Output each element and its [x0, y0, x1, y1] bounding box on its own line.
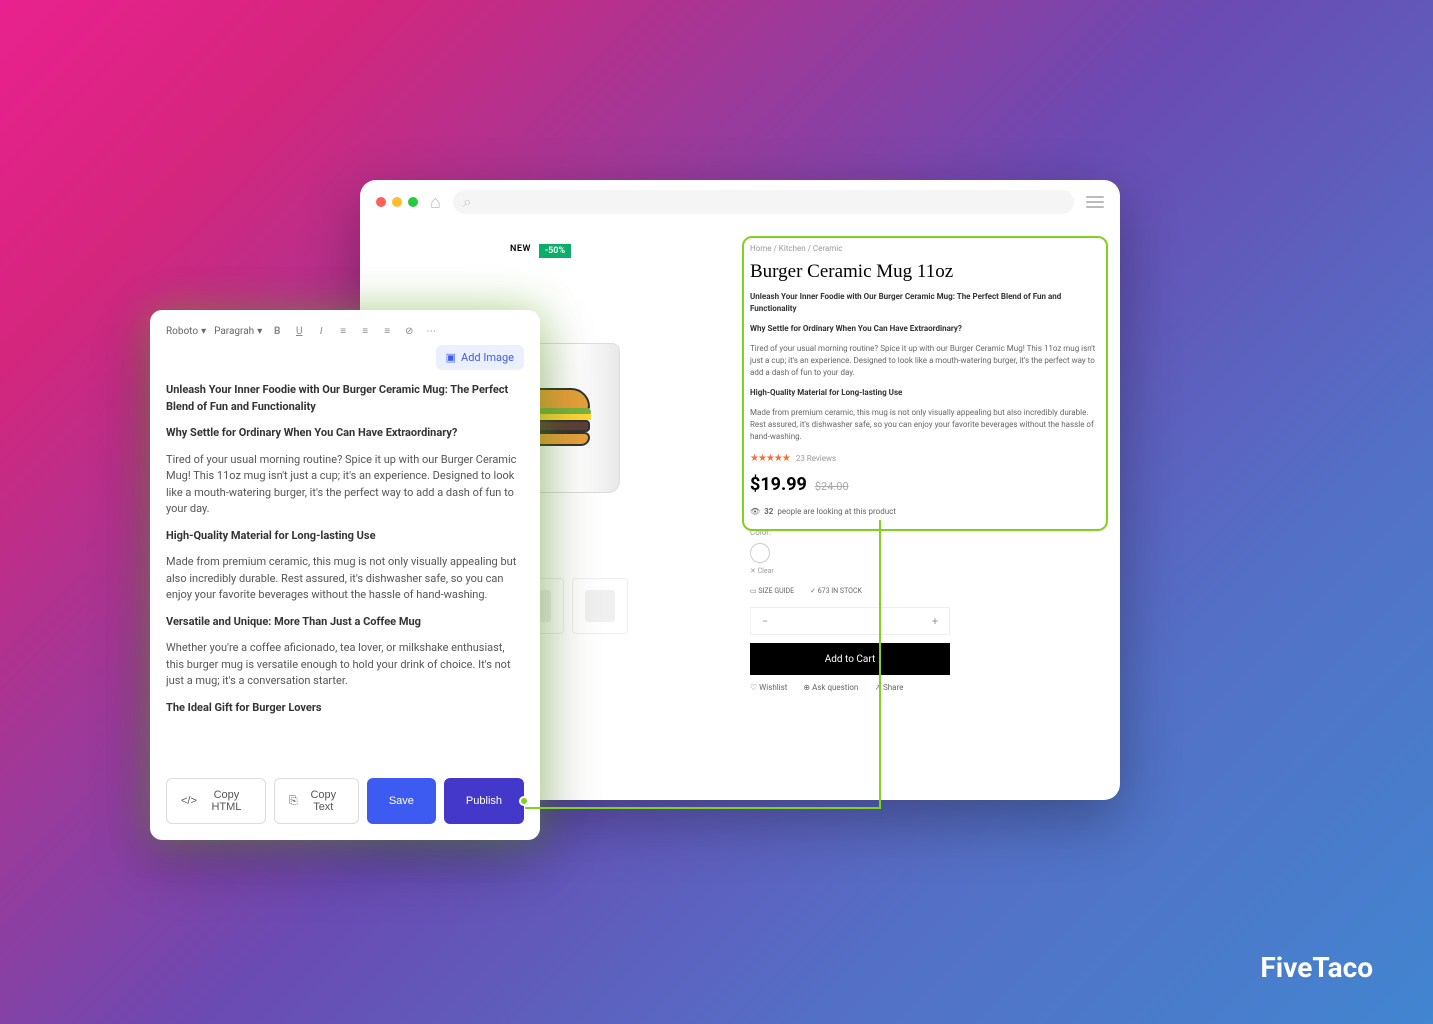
add-image-button[interactable]: ▣ Add Image — [436, 345, 524, 370]
copy-text-button[interactable]: ⎘ Copy Text — [274, 778, 359, 824]
reviews-count[interactable]: 23 Reviews — [796, 454, 836, 463]
badge-sale: -50% — [539, 244, 571, 258]
copy-icon: ⎘ — [289, 795, 298, 808]
desc-paragraph: Tired of your usual morning routine? Spi… — [750, 343, 1100, 379]
publish-button[interactable]: Publish — [444, 778, 524, 824]
quantity-stepper[interactable]: − + — [750, 607, 950, 635]
viewers-text: people are looking at this product — [777, 507, 896, 516]
color-label: Color: — [750, 528, 1100, 537]
browser-bar: ⌂ ⌕ — [360, 180, 1120, 224]
home-icon[interactable]: ⌂ — [430, 192, 441, 213]
content-paragraph: Tired of your usual morning routine? Spi… — [166, 452, 524, 518]
content-paragraph: Whether you're a coffee aficionado, tea … — [166, 640, 524, 690]
share-link[interactable]: ↗ Share — [874, 683, 903, 692]
window-controls — [376, 197, 418, 207]
size-guide-link[interactable]: ▭ SIZE GUIDE — [750, 587, 794, 595]
editor-buttons: </> Copy HTML ⎘ Copy Text Save Publish — [166, 778, 524, 824]
editor-content[interactable]: Unleash Your Inner Foodie with Our Burge… — [166, 382, 524, 766]
link-icon[interactable]: ⊘ — [402, 326, 416, 337]
font-select[interactable]: Roboto ▾ — [166, 326, 206, 337]
content-heading: Unleash Your Inner Foodie with Our Burge… — [166, 383, 508, 413]
desc-heading: High-Quality Material for Long-lasting U… — [750, 387, 1100, 399]
content-heading: High-Quality Material for Long-lasting U… — [166, 529, 376, 542]
close-icon[interactable] — [376, 197, 386, 207]
content-paragraph: Made from premium ceramic, this mug is n… — [166, 554, 524, 604]
content-heading: The Ideal Gift for Burger Lovers — [166, 701, 322, 714]
viewers-count: 32 — [764, 507, 773, 516]
underline-icon[interactable]: U — [292, 326, 306, 337]
image-icon: ▣ — [446, 351, 456, 364]
star-rating: ★★★★★ — [750, 453, 790, 464]
desc-heading: Why Settle for Ordinary When You Can Hav… — [750, 323, 1100, 335]
indicator-dot — [519, 796, 529, 806]
thumbnail[interactable] — [572, 578, 628, 634]
product-title: Burger Ceramic Mug 11oz — [750, 261, 1100, 283]
qty-plus[interactable]: + — [921, 615, 949, 628]
paragraph-select[interactable]: Paragrah ▾ — [214, 326, 262, 337]
save-button[interactable]: Save — [367, 778, 436, 824]
copy-html-button[interactable]: </> Copy HTML — [166, 778, 266, 824]
desc-paragraph: Made from premium ceramic, this mug is n… — [750, 407, 1100, 443]
stock-status: ✓ 673 IN STOCK — [810, 587, 862, 595]
code-icon: </> — [181, 795, 197, 807]
menu-icon[interactable] — [1086, 196, 1104, 208]
qty-minus[interactable]: − — [751, 615, 779, 628]
minimize-icon[interactable] — [392, 197, 402, 207]
italic-icon[interactable]: I — [314, 326, 328, 337]
bold-icon[interactable]: B — [270, 326, 284, 337]
url-bar[interactable]: ⌕ — [453, 190, 1074, 214]
align-left-icon[interactable]: ≡ — [336, 326, 350, 337]
badge-new: NEW — [510, 244, 531, 258]
wishlist-link[interactable]: ♡ Wishlist — [750, 683, 787, 692]
search-icon: ⌕ — [463, 192, 472, 212]
content-heading: Why Settle for Ordinary When You Can Hav… — [166, 426, 457, 439]
editor-window: Roboto ▾ Paragrah ▾ B U I ≡ ≡ ≡ ⊘ ⋯ ▣ Ad… — [150, 310, 540, 840]
add-to-cart-button[interactable]: Add to Cart — [750, 643, 950, 675]
product-details: Home / Kitchen / Ceramic Burger Ceramic … — [750, 244, 1100, 780]
eye-icon: 👁 — [750, 507, 760, 516]
ask-question-link[interactable]: ⊕ Ask question — [803, 683, 858, 692]
align-right-icon[interactable]: ≡ — [380, 326, 394, 337]
old-price: $24.00 — [815, 480, 849, 493]
align-center-icon[interactable]: ≡ — [358, 326, 372, 337]
clear-link[interactable]: ✕ Clear — [750, 567, 1100, 575]
desc-heading: Unleash Your Inner Foodie with Our Burge… — [750, 291, 1100, 315]
content-heading: Versatile and Unique: More Than Just a C… — [166, 615, 421, 628]
maximize-icon[interactable] — [408, 197, 418, 207]
color-swatch[interactable] — [750, 543, 770, 563]
breadcrumb[interactable]: Home / Kitchen / Ceramic — [750, 244, 1100, 253]
price: $19.99 — [750, 474, 807, 495]
brand-logo: FiveTaco — [1260, 951, 1373, 984]
more-icon[interactable]: ⋯ — [424, 326, 438, 337]
editor-toolbar: Roboto ▾ Paragrah ▾ B U I ≡ ≡ ≡ ⊘ ⋯ ▣ Ad… — [166, 326, 524, 370]
